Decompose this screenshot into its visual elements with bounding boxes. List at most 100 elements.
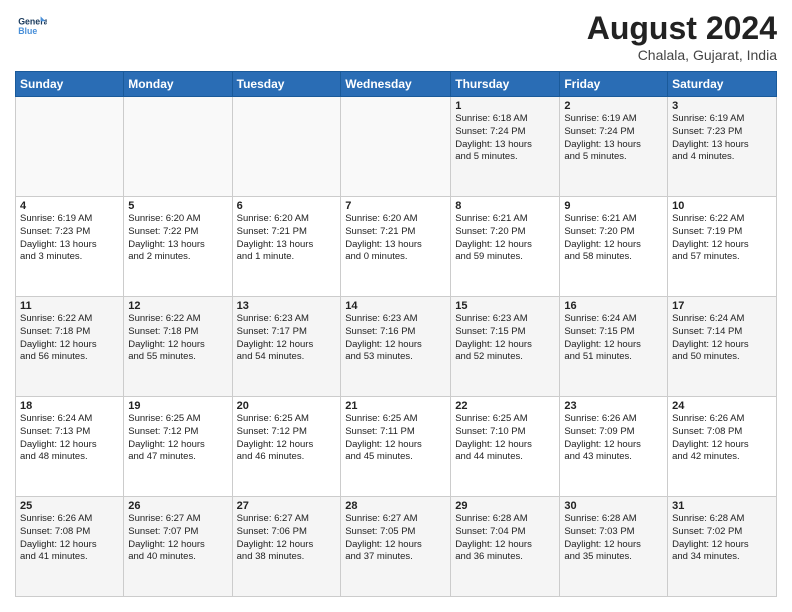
- day-info: Sunrise: 6:25 AMSunset: 7:11 PMDaylight:…: [345, 413, 446, 464]
- day-number: 20: [237, 400, 337, 412]
- col-saturday: Saturday: [668, 72, 777, 97]
- day-info: Sunrise: 6:23 AMSunset: 7:15 PMDaylight:…: [455, 313, 555, 364]
- col-sunday: Sunday: [16, 72, 124, 97]
- table-row: 14Sunrise: 6:23 AMSunset: 7:16 PMDayligh…: [341, 297, 451, 397]
- table-row: 26Sunrise: 6:27 AMSunset: 7:07 PMDayligh…: [124, 497, 232, 597]
- table-row: 21Sunrise: 6:25 AMSunset: 7:11 PMDayligh…: [341, 397, 451, 497]
- table-row: 13Sunrise: 6:23 AMSunset: 7:17 PMDayligh…: [232, 297, 341, 397]
- table-row: 3Sunrise: 6:19 AMSunset: 7:23 PMDaylight…: [668, 97, 777, 197]
- day-number: 27: [237, 500, 337, 512]
- col-tuesday: Tuesday: [232, 72, 341, 97]
- day-info: Sunrise: 6:22 AMSunset: 7:19 PMDaylight:…: [672, 213, 772, 264]
- month-year: August 2024: [587, 10, 777, 47]
- col-thursday: Thursday: [451, 72, 560, 97]
- logo: General Blue: [15, 10, 47, 42]
- day-info: Sunrise: 6:18 AMSunset: 7:24 PMDaylight:…: [455, 113, 555, 164]
- table-row: 12Sunrise: 6:22 AMSunset: 7:18 PMDayligh…: [124, 297, 232, 397]
- day-info: Sunrise: 6:20 AMSunset: 7:22 PMDaylight:…: [128, 213, 227, 264]
- table-row: 19Sunrise: 6:25 AMSunset: 7:12 PMDayligh…: [124, 397, 232, 497]
- title-block: August 2024 Chalala, Gujarat, India: [587, 10, 777, 63]
- calendar-week-row: 18Sunrise: 6:24 AMSunset: 7:13 PMDayligh…: [16, 397, 777, 497]
- day-info: Sunrise: 6:25 AMSunset: 7:12 PMDaylight:…: [128, 413, 227, 464]
- day-info: Sunrise: 6:21 AMSunset: 7:20 PMDaylight:…: [564, 213, 663, 264]
- day-info: Sunrise: 6:26 AMSunset: 7:09 PMDaylight:…: [564, 413, 663, 464]
- day-number: 3: [672, 100, 772, 112]
- calendar-week-row: 4Sunrise: 6:19 AMSunset: 7:23 PMDaylight…: [16, 197, 777, 297]
- day-info: Sunrise: 6:25 AMSunset: 7:10 PMDaylight:…: [455, 413, 555, 464]
- day-info: Sunrise: 6:25 AMSunset: 7:12 PMDaylight:…: [237, 413, 337, 464]
- table-row: 17Sunrise: 6:24 AMSunset: 7:14 PMDayligh…: [668, 297, 777, 397]
- day-info: Sunrise: 6:24 AMSunset: 7:13 PMDaylight:…: [20, 413, 119, 464]
- day-info: Sunrise: 6:27 AMSunset: 7:05 PMDaylight:…: [345, 513, 446, 564]
- day-number: 15: [455, 300, 555, 312]
- day-info: Sunrise: 6:23 AMSunset: 7:16 PMDaylight:…: [345, 313, 446, 364]
- table-row: 10Sunrise: 6:22 AMSunset: 7:19 PMDayligh…: [668, 197, 777, 297]
- day-info: Sunrise: 6:27 AMSunset: 7:06 PMDaylight:…: [237, 513, 337, 564]
- table-row: 2Sunrise: 6:19 AMSunset: 7:24 PMDaylight…: [560, 97, 668, 197]
- day-number: 23: [564, 400, 663, 412]
- table-row: 5Sunrise: 6:20 AMSunset: 7:22 PMDaylight…: [124, 197, 232, 297]
- day-number: 7: [345, 200, 446, 212]
- day-info: Sunrise: 6:22 AMSunset: 7:18 PMDaylight:…: [20, 313, 119, 364]
- day-number: 30: [564, 500, 663, 512]
- day-info: Sunrise: 6:28 AMSunset: 7:02 PMDaylight:…: [672, 513, 772, 564]
- table-row: 16Sunrise: 6:24 AMSunset: 7:15 PMDayligh…: [560, 297, 668, 397]
- day-number: 12: [128, 300, 227, 312]
- col-friday: Friday: [560, 72, 668, 97]
- day-info: Sunrise: 6:20 AMSunset: 7:21 PMDaylight:…: [237, 213, 337, 264]
- table-row: 29Sunrise: 6:28 AMSunset: 7:04 PMDayligh…: [451, 497, 560, 597]
- day-number: 18: [20, 400, 119, 412]
- table-row: 28Sunrise: 6:27 AMSunset: 7:05 PMDayligh…: [341, 497, 451, 597]
- day-number: 1: [455, 100, 555, 112]
- day-info: Sunrise: 6:28 AMSunset: 7:03 PMDaylight:…: [564, 513, 663, 564]
- logo-icon: General Blue: [15, 10, 47, 42]
- calendar-header-row: Sunday Monday Tuesday Wednesday Thursday…: [16, 72, 777, 97]
- day-number: 26: [128, 500, 227, 512]
- header: General Blue August 2024 Chalala, Gujara…: [15, 10, 777, 63]
- table-row: 24Sunrise: 6:26 AMSunset: 7:08 PMDayligh…: [668, 397, 777, 497]
- day-number: 21: [345, 400, 446, 412]
- table-row: 7Sunrise: 6:20 AMSunset: 7:21 PMDaylight…: [341, 197, 451, 297]
- calendar-week-row: 1Sunrise: 6:18 AMSunset: 7:24 PMDaylight…: [16, 97, 777, 197]
- day-number: 9: [564, 200, 663, 212]
- day-info: Sunrise: 6:26 AMSunset: 7:08 PMDaylight:…: [672, 413, 772, 464]
- col-monday: Monday: [124, 72, 232, 97]
- day-number: 28: [345, 500, 446, 512]
- day-number: 17: [672, 300, 772, 312]
- day-number: 31: [672, 500, 772, 512]
- table-row: 9Sunrise: 6:21 AMSunset: 7:20 PMDaylight…: [560, 197, 668, 297]
- table-row: 22Sunrise: 6:25 AMSunset: 7:10 PMDayligh…: [451, 397, 560, 497]
- table-row: 30Sunrise: 6:28 AMSunset: 7:03 PMDayligh…: [560, 497, 668, 597]
- day-number: 13: [237, 300, 337, 312]
- table-row: 23Sunrise: 6:26 AMSunset: 7:09 PMDayligh…: [560, 397, 668, 497]
- table-row: 18Sunrise: 6:24 AMSunset: 7:13 PMDayligh…: [16, 397, 124, 497]
- day-number: 16: [564, 300, 663, 312]
- day-info: Sunrise: 6:19 AMSunset: 7:24 PMDaylight:…: [564, 113, 663, 164]
- day-number: 24: [672, 400, 772, 412]
- col-wednesday: Wednesday: [341, 72, 451, 97]
- day-number: 8: [455, 200, 555, 212]
- calendar-table: Sunday Monday Tuesday Wednesday Thursday…: [15, 71, 777, 597]
- day-info: Sunrise: 6:19 AMSunset: 7:23 PMDaylight:…: [20, 213, 119, 264]
- table-row: 11Sunrise: 6:22 AMSunset: 7:18 PMDayligh…: [16, 297, 124, 397]
- table-row: [16, 97, 124, 197]
- table-row: 27Sunrise: 6:27 AMSunset: 7:06 PMDayligh…: [232, 497, 341, 597]
- table-row: 25Sunrise: 6:26 AMSunset: 7:08 PMDayligh…: [16, 497, 124, 597]
- table-row: [341, 97, 451, 197]
- day-number: 5: [128, 200, 227, 212]
- table-row: [232, 97, 341, 197]
- calendar-week-row: 25Sunrise: 6:26 AMSunset: 7:08 PMDayligh…: [16, 497, 777, 597]
- location: Chalala, Gujarat, India: [587, 47, 777, 63]
- calendar-week-row: 11Sunrise: 6:22 AMSunset: 7:18 PMDayligh…: [16, 297, 777, 397]
- table-row: [124, 97, 232, 197]
- day-info: Sunrise: 6:28 AMSunset: 7:04 PMDaylight:…: [455, 513, 555, 564]
- day-number: 29: [455, 500, 555, 512]
- table-row: 6Sunrise: 6:20 AMSunset: 7:21 PMDaylight…: [232, 197, 341, 297]
- table-row: 15Sunrise: 6:23 AMSunset: 7:15 PMDayligh…: [451, 297, 560, 397]
- table-row: 8Sunrise: 6:21 AMSunset: 7:20 PMDaylight…: [451, 197, 560, 297]
- day-info: Sunrise: 6:19 AMSunset: 7:23 PMDaylight:…: [672, 113, 772, 164]
- table-row: 4Sunrise: 6:19 AMSunset: 7:23 PMDaylight…: [16, 197, 124, 297]
- day-number: 10: [672, 200, 772, 212]
- day-info: Sunrise: 6:26 AMSunset: 7:08 PMDaylight:…: [20, 513, 119, 564]
- svg-text:Blue: Blue: [18, 26, 37, 36]
